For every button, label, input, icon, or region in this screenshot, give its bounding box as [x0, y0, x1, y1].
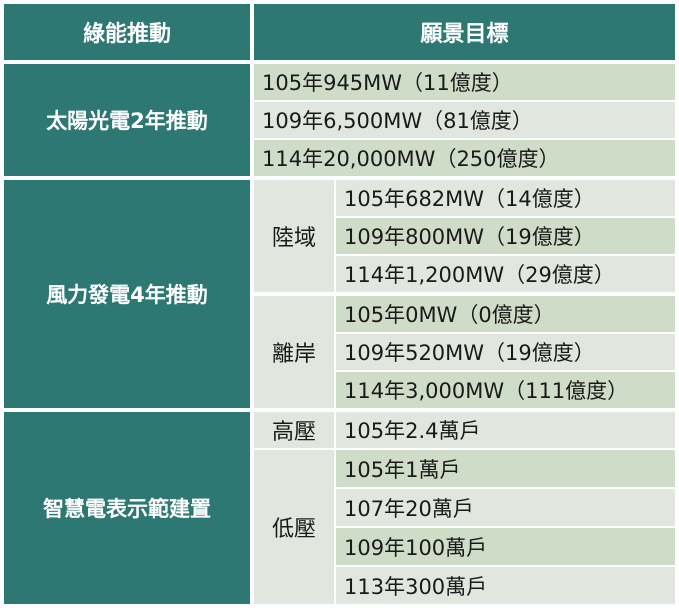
category-wind: 風力發電4年推動	[4, 180, 250, 408]
high-voltage-row-1: 105年2.4萬戶	[336, 412, 675, 448]
green-energy-table: 綠能推動 願景目標 太陽光電2年推動 105年945MW（11億度） 109年6…	[0, 0, 679, 608]
onshore-row-3: 114年1,200MW（29億度）	[336, 256, 675, 292]
onshore-row-2: 109年800MW（19億度）	[336, 218, 675, 254]
onshore-row-1: 105年682MW（14億度）	[336, 180, 675, 216]
subcategory-high-voltage: 高壓	[254, 412, 334, 448]
header-vision-goals: 願景目標	[254, 4, 675, 60]
subcategory-onshore: 陸域	[254, 180, 334, 292]
low-voltage-row-4: 113年300萬戶	[336, 567, 675, 604]
solar-row-3: 114年20,000MW（250億度）	[254, 140, 675, 176]
solar-row-2: 109年6,500MW（81億度）	[254, 102, 675, 138]
header-green-energy: 綠能推動	[4, 4, 250, 60]
offshore-row-3: 114年3,000MW（111億度）	[336, 372, 675, 408]
low-voltage-row-1: 105年1萬戶	[336, 450, 675, 487]
subcategory-offshore: 離岸	[254, 296, 334, 408]
offshore-row-1: 105年0MW（0億度）	[336, 296, 675, 332]
category-solar: 太陽光電2年推動	[4, 64, 250, 176]
low-voltage-row-3: 109年100萬戶	[336, 528, 675, 565]
category-smart-meter: 智慧電表示範建置	[4, 412, 250, 604]
solar-row-1: 105年945MW（11億度）	[254, 64, 675, 100]
offshore-row-2: 109年520MW（19億度）	[336, 334, 675, 370]
subcategory-low-voltage: 低壓	[254, 450, 334, 604]
low-voltage-row-2: 107年20萬戶	[336, 489, 675, 526]
